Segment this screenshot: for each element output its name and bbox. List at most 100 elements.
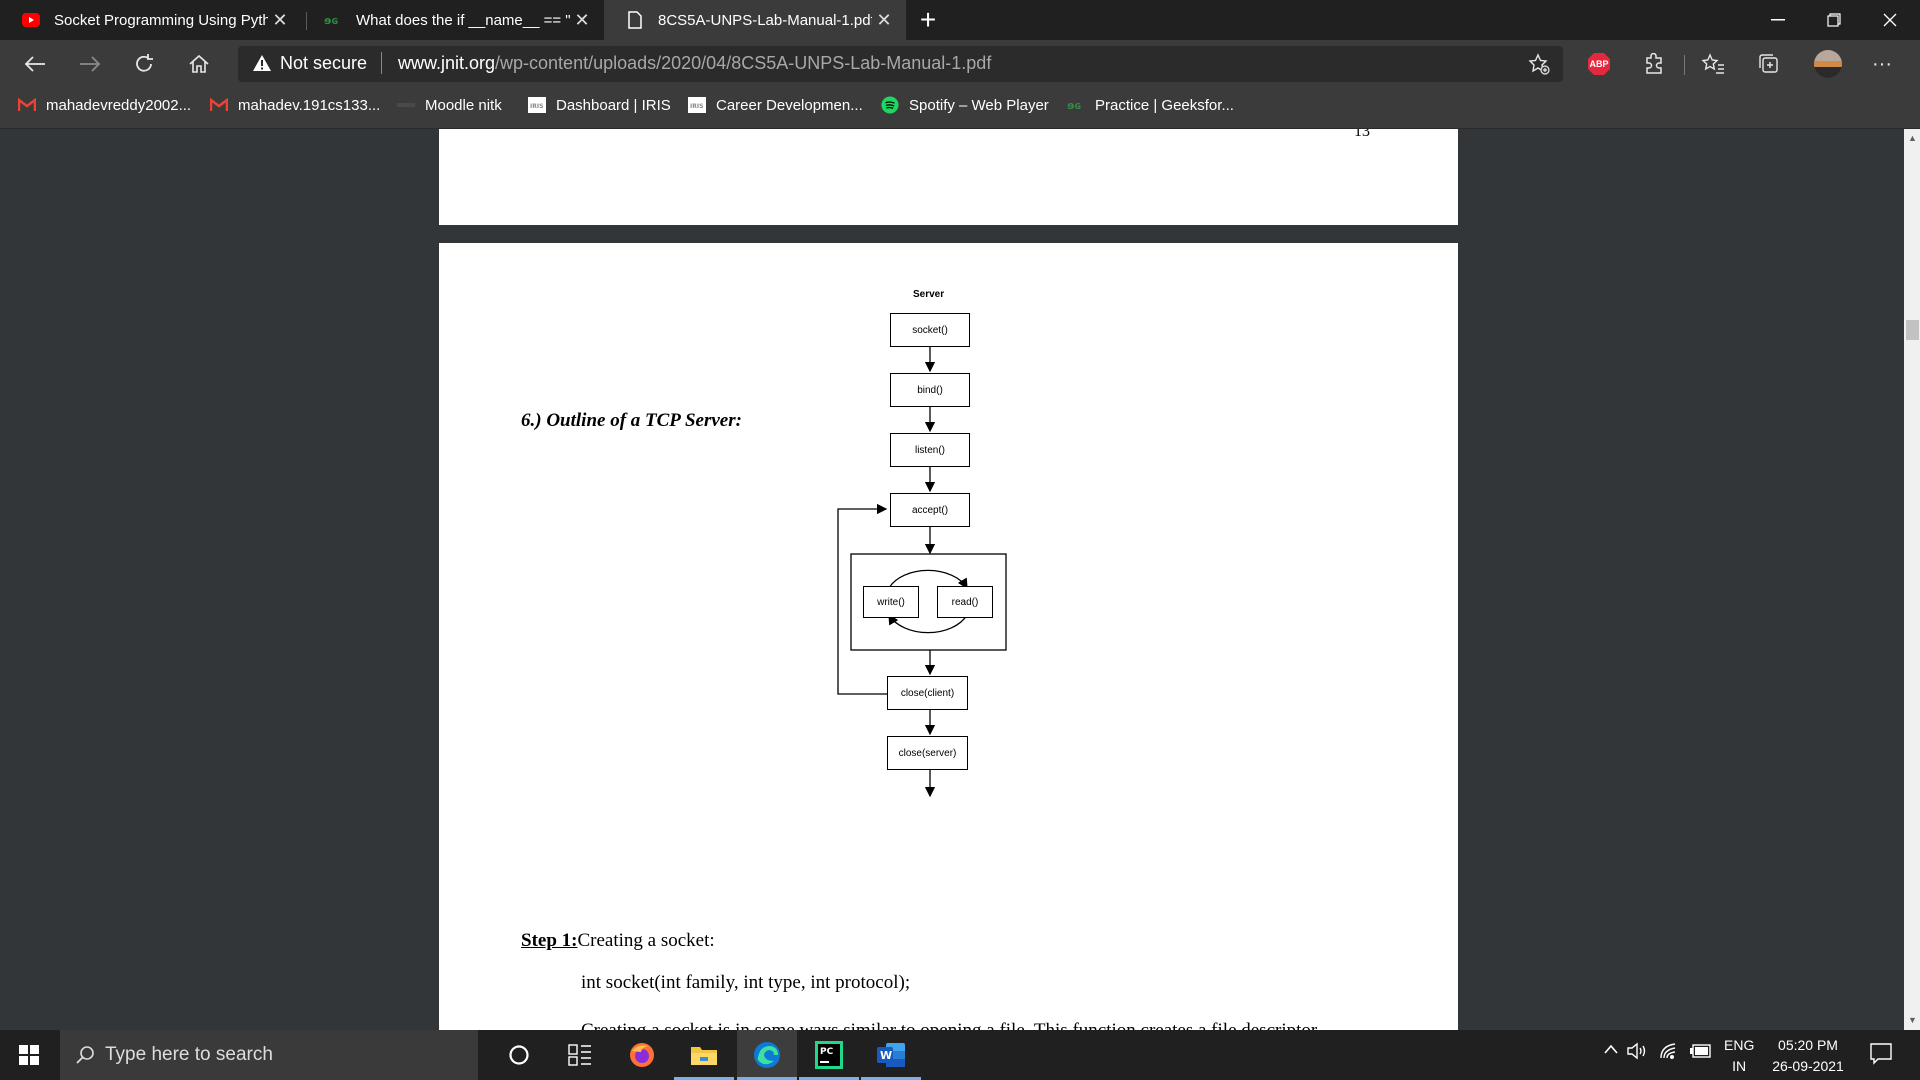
geeksforgeeks-icon: ɘɢ [324,11,342,29]
read-box: read() [937,586,993,618]
language-indicator[interactable]: ENG IN [1724,1035,1754,1077]
extensions-icon[interactable] [1638,48,1670,80]
close-tab-icon[interactable]: ✕ [872,10,896,31]
step1-label: Step 1: [521,930,578,951]
close-tab-icon[interactable]: ✕ [570,10,594,31]
geeksforgeeks-icon: ɘɢ [1067,96,1085,114]
bookmark-label: Dashboard | IRIS [556,96,671,114]
edge-icon[interactable] [737,1030,797,1080]
bookmark-gmail-1[interactable]: mahadevreddy2002... [18,96,191,114]
bookmark-label: mahadev.191cs133... [238,96,381,114]
language-label: ENG [1724,1037,1755,1053]
close-window-button[interactable] [1862,0,1918,40]
bookmark-career-development[interactable]: IRIS Career Developmen... [688,96,863,114]
task-view-icon[interactable] [550,1030,610,1080]
tab-what-does-name[interactable]: ɘɢ What does the if __name__ == "_ ✕ [302,0,604,40]
volume-icon[interactable] [1627,1042,1649,1064]
start-button[interactable] [0,1030,58,1080]
clock[interactable]: 05:20 PM 26-09-2021 [1768,1035,1848,1077]
scroll-up-arrow-icon[interactable]: ▲ [1908,133,1917,143]
gmail-icon [210,96,228,114]
scrollbar-thumb[interactable] [1906,320,1919,340]
favorites-icon[interactable] [1697,48,1729,80]
bookmark-label: Moodle nitk [425,96,502,114]
bookmark-label: Spotify – Web Player [909,96,1049,114]
diagram-title: Server [913,289,945,300]
adblock-label: ABP [1589,59,1609,69]
collections-icon[interactable] [1753,48,1785,80]
word-icon[interactable]: W [861,1030,921,1080]
bookmark-label: Career Developmen... [716,96,863,114]
youtube-icon [22,11,40,29]
security-label: Not secure [280,52,368,73]
new-tab-button[interactable]: + [910,4,946,36]
svg-text:PC: PC [820,1047,834,1057]
settings-more-button[interactable]: ··· [1866,48,1898,80]
bookmark-gmail-2[interactable]: mahadev.191cs133... [210,96,380,114]
tab-label: 8CS5A-UNPS-Lab-Manual-1.pdf [658,11,872,29]
step1-line: Step 1:Creating a socket: [521,930,715,952]
close-server-box: close(server) [887,736,968,770]
profile-avatar[interactable] [1811,48,1845,80]
taskbar-search[interactable]: Type here to search [60,1030,478,1080]
pdf-page-current: 6.) Outline of a TCP Server: Server sock [439,243,1458,1030]
bookmark-moodle[interactable]: Moodle nitk [397,96,502,114]
tab-socket-programming[interactable]: Socket Programming Using Pyth ✕ [0,0,302,40]
forward-button[interactable] [70,48,110,80]
partial-paragraph: Creating a socket is in some ways simila… [581,1020,1317,1030]
firefox-icon[interactable] [612,1030,672,1080]
back-button[interactable] [15,48,55,80]
battery-icon[interactable] [1689,1044,1711,1062]
bookmark-label: Practice | Geeksfor... [1095,96,1234,114]
step1-text: Creating a socket: [577,930,715,951]
socket-box: socket() [890,313,970,347]
svg-text:IRIS: IRIS [690,103,703,110]
close-tab-icon[interactable]: ✕ [268,10,292,31]
minimize-button[interactable] [1750,0,1806,40]
svg-text:ɘɢ: ɘɢ [324,15,338,25]
svg-text:ɘɢ: ɘɢ [1067,100,1081,110]
url-text[interactable]: www.jnit.org/wp-content/uploads/2020/04/… [398,53,991,74]
gmail-icon [18,96,36,114]
date-label: 26-09-2021 [1772,1058,1844,1074]
document-icon [626,11,644,29]
search-placeholder: Type here to search [105,1044,273,1065]
write-box: write() [863,586,919,618]
home-button[interactable] [179,48,219,80]
time-label: 05:20 PM [1778,1037,1838,1053]
iris-icon: IRIS [688,96,706,114]
pdf-scrollbar[interactable]: ▲ ▼ [1904,129,1920,1030]
svg-text:W: W [880,1049,892,1062]
tab-lab-manual-pdf[interactable]: 8CS5A-UNPS-Lab-Manual-1.pdf ✕ [604,0,906,40]
file-explorer-icon[interactable] [674,1030,734,1080]
accept-box: accept() [890,493,970,527]
listen-box: listen() [890,433,970,467]
tab-label: Socket Programming Using Pyth [54,11,268,29]
bind-box: bind() [890,373,970,407]
wifi-icon[interactable] [1659,1042,1679,1064]
url-path: /wp-content/uploads/2020/04/8CS5A-UNPS-L… [495,53,992,73]
bookmark-practice-geeksforgeeks[interactable]: ɘɢ Practice | Geeksfor... [1067,96,1234,114]
toolbar-separator [1684,55,1685,75]
spotify-icon [881,96,899,114]
warning-icon [252,54,272,72]
restore-button[interactable] [1806,0,1862,40]
scroll-down-arrow-icon[interactable]: ▼ [1908,1015,1917,1025]
adblock-plus-icon[interactable]: ABP [1583,48,1615,80]
region-label: IN [1732,1058,1747,1074]
iris-icon: IRIS [528,96,546,114]
page-number: 13 [1354,129,1370,140]
svg-text:IRIS: IRIS [530,103,543,110]
pycharm-icon[interactable]: PC [799,1030,859,1080]
show-hidden-icons-chevron-up-icon[interactable] [1603,1042,1619,1058]
bookmark-iris-dashboard[interactable]: IRIS Dashboard | IRIS [528,96,671,114]
security-indicator[interactable]: Not secure [252,52,383,74]
notifications-icon[interactable] [1870,1043,1892,1069]
pdf-viewer[interactable]: 13 6.) Outline of a TCP Server: Server s… [0,129,1904,1030]
bookmark-spotify[interactable]: Spotify – Web Player [881,96,1049,114]
add-favorite-icon[interactable] [1523,48,1555,80]
separator [381,52,383,74]
search-icon [75,1045,95,1065]
cortana-icon[interactable] [489,1030,549,1080]
refresh-button[interactable] [124,48,164,80]
